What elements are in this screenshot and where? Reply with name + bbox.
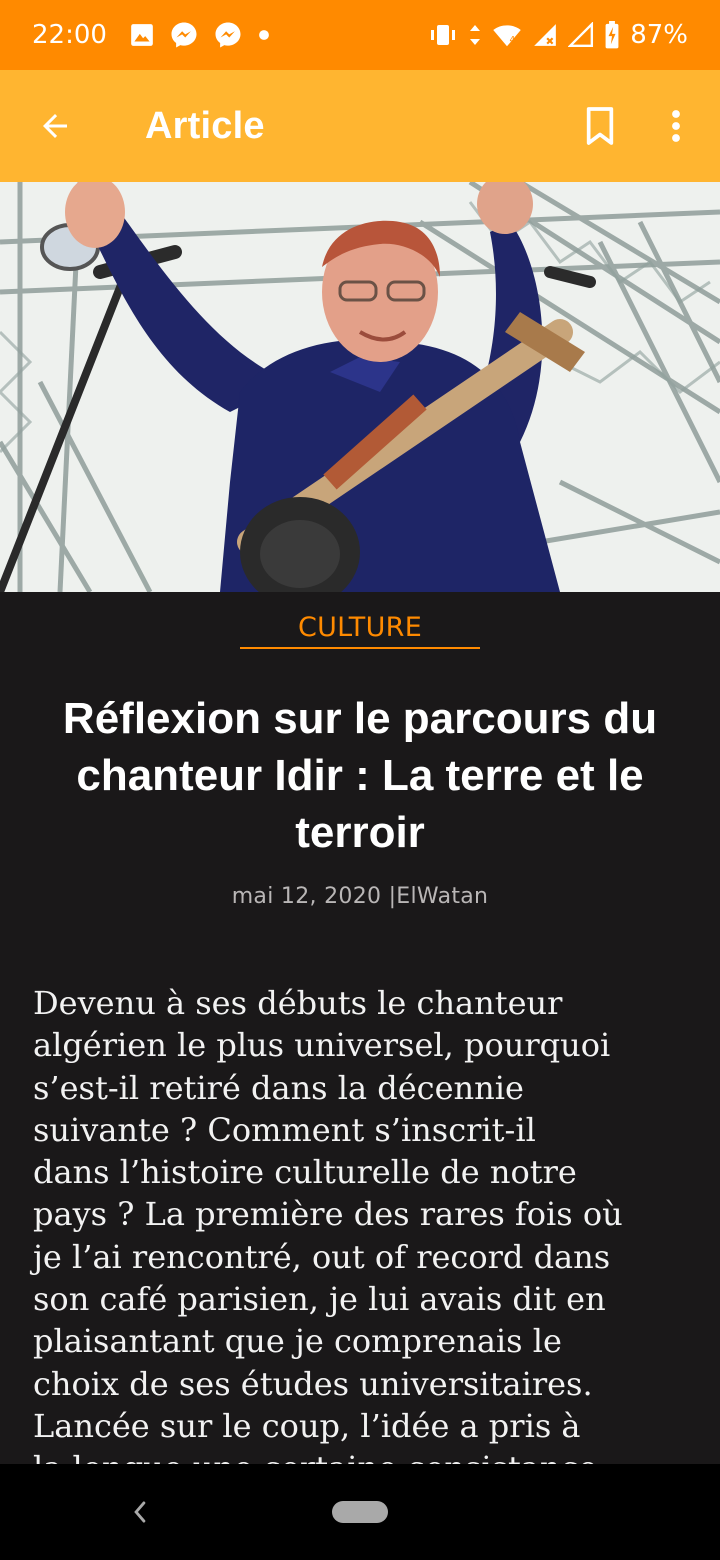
app-bar: Article	[0, 70, 720, 182]
category-label: CULTURE	[297, 612, 423, 643]
home-pill-icon[interactable]	[332, 1501, 388, 1523]
category-tag[interactable]: CULTURE	[240, 612, 480, 649]
battery-charging-icon	[604, 21, 620, 49]
back-arrow-icon	[37, 108, 73, 144]
bookmark-icon	[583, 106, 617, 146]
data-arrows-icon	[468, 23, 482, 47]
messenger-icon	[213, 20, 243, 50]
page-title: Article	[145, 104, 265, 147]
bookmark-button[interactable]	[572, 98, 628, 154]
more-vert-icon	[670, 108, 682, 144]
wifi-icon: 4	[492, 22, 522, 48]
navigation-bar	[0, 1464, 720, 1560]
system-icons: 4 87%	[428, 20, 688, 50]
messenger-icon	[169, 20, 199, 50]
svg-text:4: 4	[510, 36, 516, 46]
vibrate-icon	[428, 22, 458, 48]
article-content: CULTURE Réflexion sur le parcours du cha…	[0, 592, 720, 1464]
article-title: Réflexion sur le parcours du chanteur Id…	[62, 694, 658, 857]
notification-icons	[129, 20, 271, 50]
back-button[interactable]	[27, 98, 83, 154]
status-time: 22:00	[32, 20, 107, 50]
battery-percent: 87%	[630, 20, 688, 50]
status-bar: 22:00 4 87%	[0, 0, 720, 70]
more-options-button[interactable]	[656, 98, 696, 154]
article-body: Devenu à ses débuts le chanteur algérien…	[33, 984, 623, 1464]
article-meta: mai 12, 2020 |ElWatan	[0, 884, 720, 909]
nav-back-button[interactable]	[120, 1492, 160, 1532]
singer-photo	[0, 182, 720, 592]
image-icon	[129, 22, 155, 48]
article-hero-image	[0, 182, 720, 592]
dot-icon	[257, 28, 271, 42]
article-source: |ElWatan	[388, 884, 489, 909]
signal-icon	[532, 22, 558, 48]
article-date: mai 12, 2020	[231, 884, 382, 909]
nav-back-icon	[129, 1499, 151, 1525]
signal-icon	[568, 22, 594, 48]
